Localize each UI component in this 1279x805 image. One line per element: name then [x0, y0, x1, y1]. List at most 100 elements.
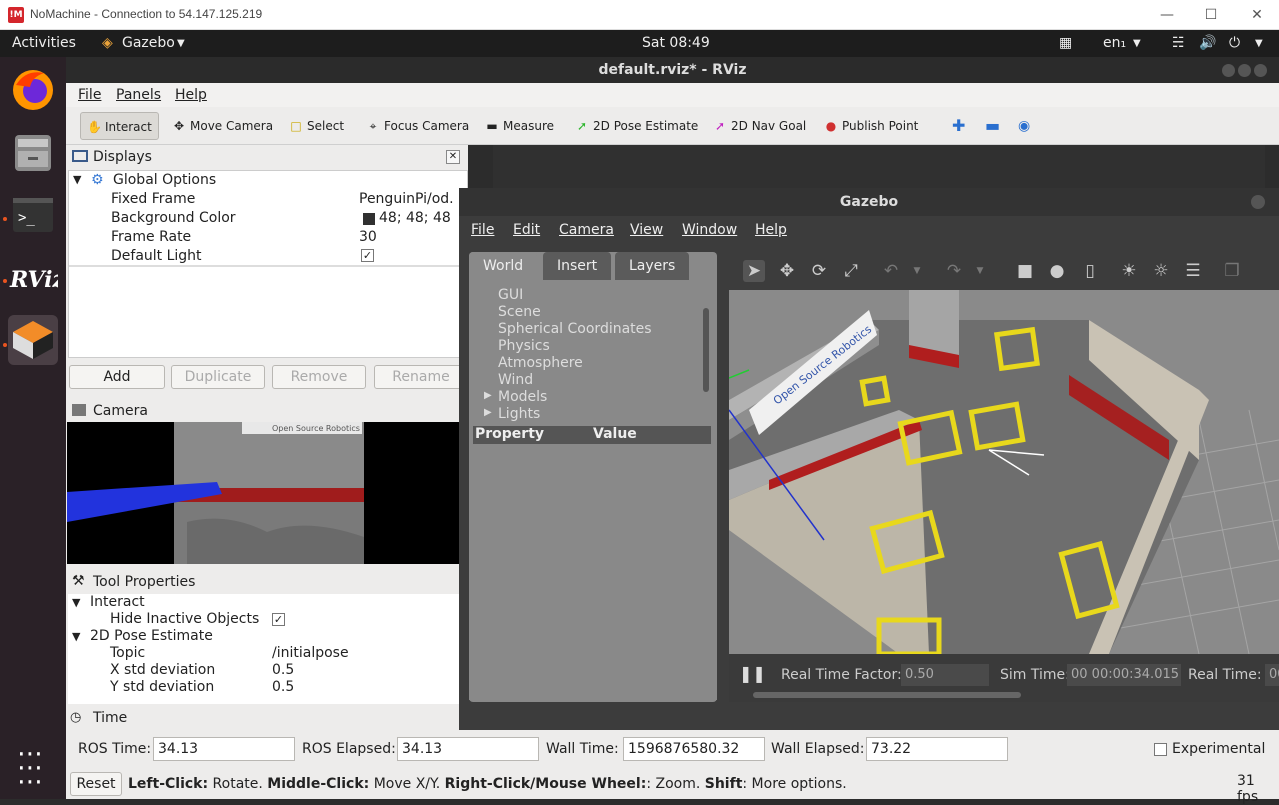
- gazebo-icon[interactable]: [8, 315, 58, 365]
- add-tool-icon[interactable]: ✚: [946, 112, 971, 140]
- tab-world[interactable]: World: [469, 252, 538, 280]
- pose-estimate-tool-button[interactable]: ➚ 2D Pose Estimate: [569, 112, 704, 140]
- chevron-down-icon[interactable]: ▼: [1255, 38, 1263, 49]
- add-button[interactable]: Add: [69, 365, 165, 389]
- terminal-icon[interactable]: >_: [8, 190, 58, 240]
- rename-button[interactable]: Rename: [374, 365, 468, 389]
- tree-models[interactable]: Models: [498, 389, 547, 405]
- eye-icon[interactable]: ◉: [1012, 112, 1036, 140]
- gz-menu-window[interactable]: Window: [682, 222, 737, 238]
- rviz-3d-view[interactable]: [493, 145, 1265, 188]
- frame-rate-value[interactable]: 30: [359, 229, 377, 245]
- tree-physics[interactable]: Physics: [498, 338, 550, 354]
- pause-icon[interactable]: ❚❚: [739, 664, 766, 683]
- experimental-checkbox[interactable]: [1154, 743, 1167, 756]
- close-panel-icon[interactable]: ✕: [446, 150, 460, 164]
- minimize-icon[interactable]: [1251, 195, 1265, 209]
- sphere-shape-icon[interactable]: ●: [1046, 260, 1068, 282]
- tree-gui[interactable]: GUI: [498, 287, 523, 303]
- fixed-frame-value[interactable]: PenguinPi/od.: [359, 191, 454, 207]
- tree-lights[interactable]: Lights: [498, 406, 540, 422]
- maximize-icon[interactable]: ☐: [1196, 4, 1226, 26]
- tree-scene[interactable]: Scene: [498, 304, 541, 320]
- chevron-down-icon[interactable]: ▼: [906, 260, 928, 282]
- background-color-value[interactable]: 48; 48; 48: [379, 210, 451, 226]
- minimize-icon[interactable]: —: [1152, 4, 1182, 26]
- topic-value[interactable]: /initialpose: [272, 645, 349, 661]
- undo-icon[interactable]: ↶: [880, 260, 902, 282]
- expand-arrow-icon[interactable]: ▼: [72, 630, 80, 643]
- rviz-icon[interactable]: RViz: [8, 253, 66, 303]
- default-light-checkbox[interactable]: ✓: [361, 249, 374, 262]
- gz-menu-file[interactable]: File: [471, 222, 494, 238]
- nav-goal-tool-button[interactable]: ➚ 2D Nav Goal: [707, 112, 812, 140]
- interact-tool-button[interactable]: ✋ Interact: [80, 112, 159, 140]
- chevron-down-icon[interactable]: ▼: [1133, 38, 1141, 49]
- tree-atmosphere[interactable]: Atmosphere: [498, 355, 583, 371]
- select-tool-button[interactable]: □ Select: [283, 112, 350, 140]
- remove-tool-icon[interactable]: ▬: [979, 112, 1006, 140]
- wall-time-field[interactable]: 1596876580.32: [623, 737, 765, 761]
- keyboard-icon[interactable]: ▦: [1059, 35, 1072, 51]
- duplicate-button[interactable]: Duplicate: [171, 365, 265, 389]
- language-indicator[interactable]: en₁: [1103, 35, 1126, 51]
- arrow-select-icon[interactable]: ➤: [743, 260, 765, 282]
- measure-tool-button[interactable]: ▬ Measure: [479, 112, 560, 140]
- expand-arrow-icon[interactable]: ▶: [484, 390, 492, 401]
- volume-icon[interactable]: 🔊: [1199, 35, 1216, 51]
- gz-menu-view[interactable]: View: [630, 222, 663, 238]
- clock[interactable]: Sat 08:49: [642, 35, 710, 51]
- tree-wind[interactable]: Wind: [498, 372, 533, 388]
- camera-view[interactable]: Open Source Robotics: [67, 422, 459, 564]
- firefox-icon[interactable]: [8, 65, 58, 115]
- focus-camera-tool-button[interactable]: ⌖ Focus Camera: [360, 112, 475, 140]
- gazebo-3d-scene[interactable]: Open Source Robotics: [729, 290, 1279, 654]
- app-menu-button[interactable]: Gazebo: [122, 35, 175, 51]
- expand-arrow-icon[interactable]: ▼: [73, 173, 81, 186]
- activities-button[interactable]: Activities: [12, 35, 76, 51]
- tool-properties-tree[interactable]: ▼ Interact Hide Inactive Objects ✓ ▼ 2D …: [68, 594, 460, 704]
- wall-elapsed-field[interactable]: 73.22: [866, 737, 1008, 761]
- redo-icon[interactable]: ↷: [943, 260, 965, 282]
- hide-inactive-checkbox[interactable]: ✓: [272, 613, 285, 626]
- cylinder-shape-icon[interactable]: ▯: [1079, 260, 1101, 282]
- world-tree[interactable]: GUI Scene Spherical Coordinates Physics …: [469, 280, 717, 700]
- window-controls[interactable]: [1222, 64, 1270, 78]
- ros-elapsed-field[interactable]: 34.13: [397, 737, 539, 761]
- scale-icon[interactable]: ⤢: [840, 260, 862, 282]
- scrollbar[interactable]: [703, 308, 709, 392]
- point-light-icon[interactable]: ☀: [1118, 260, 1140, 282]
- reset-button[interactable]: Reset: [70, 772, 122, 796]
- copy-icon[interactable]: ❐: [1221, 260, 1243, 282]
- scrollbar[interactable]: [753, 692, 1021, 698]
- network-icon[interactable]: ☵: [1172, 35, 1185, 51]
- move-camera-tool-button[interactable]: ✥ Move Camera: [166, 112, 279, 140]
- directional-light-icon[interactable]: ☰: [1182, 260, 1204, 282]
- spot-light-icon[interactable]: ☼: [1150, 260, 1172, 282]
- gz-menu-edit[interactable]: Edit: [513, 222, 540, 238]
- app-grid-icon[interactable]: ⋯ ⋯ ⋯: [17, 741, 49, 795]
- tab-insert[interactable]: Insert: [543, 252, 612, 280]
- rotate-icon[interactable]: ⟳: [808, 260, 830, 282]
- gz-menu-camera[interactable]: Camera: [559, 222, 614, 238]
- menu-panels[interactable]: Panels: [116, 87, 161, 103]
- files-icon[interactable]: [8, 127, 58, 177]
- power-icon[interactable]: ⏻: [1229, 35, 1240, 51]
- tab-layers[interactable]: Layers: [615, 252, 690, 280]
- box-shape-icon[interactable]: ■: [1014, 260, 1036, 282]
- menu-file[interactable]: File: [78, 87, 101, 103]
- translate-icon[interactable]: ✥: [776, 260, 798, 282]
- x-std-value[interactable]: 0.5: [272, 662, 294, 678]
- remove-button[interactable]: Remove: [272, 365, 366, 389]
- close-icon[interactable]: ✕: [1242, 4, 1272, 26]
- tree-spherical[interactable]: Spherical Coordinates: [498, 321, 652, 337]
- ros-time-field[interactable]: 34.13: [153, 737, 295, 761]
- chevron-down-icon[interactable]: ▼: [969, 260, 991, 282]
- publish-point-tool-button[interactable]: ● Publish Point: [818, 112, 924, 140]
- menu-help[interactable]: Help: [175, 87, 207, 103]
- splitter[interactable]: [69, 265, 467, 267]
- gz-menu-help[interactable]: Help: [755, 222, 787, 238]
- displays-tree[interactable]: ▼ ⚙ Global Options Fixed Frame PenguinPi…: [68, 170, 468, 358]
- expand-arrow-icon[interactable]: ▼: [72, 596, 80, 609]
- y-std-value[interactable]: 0.5: [272, 679, 294, 695]
